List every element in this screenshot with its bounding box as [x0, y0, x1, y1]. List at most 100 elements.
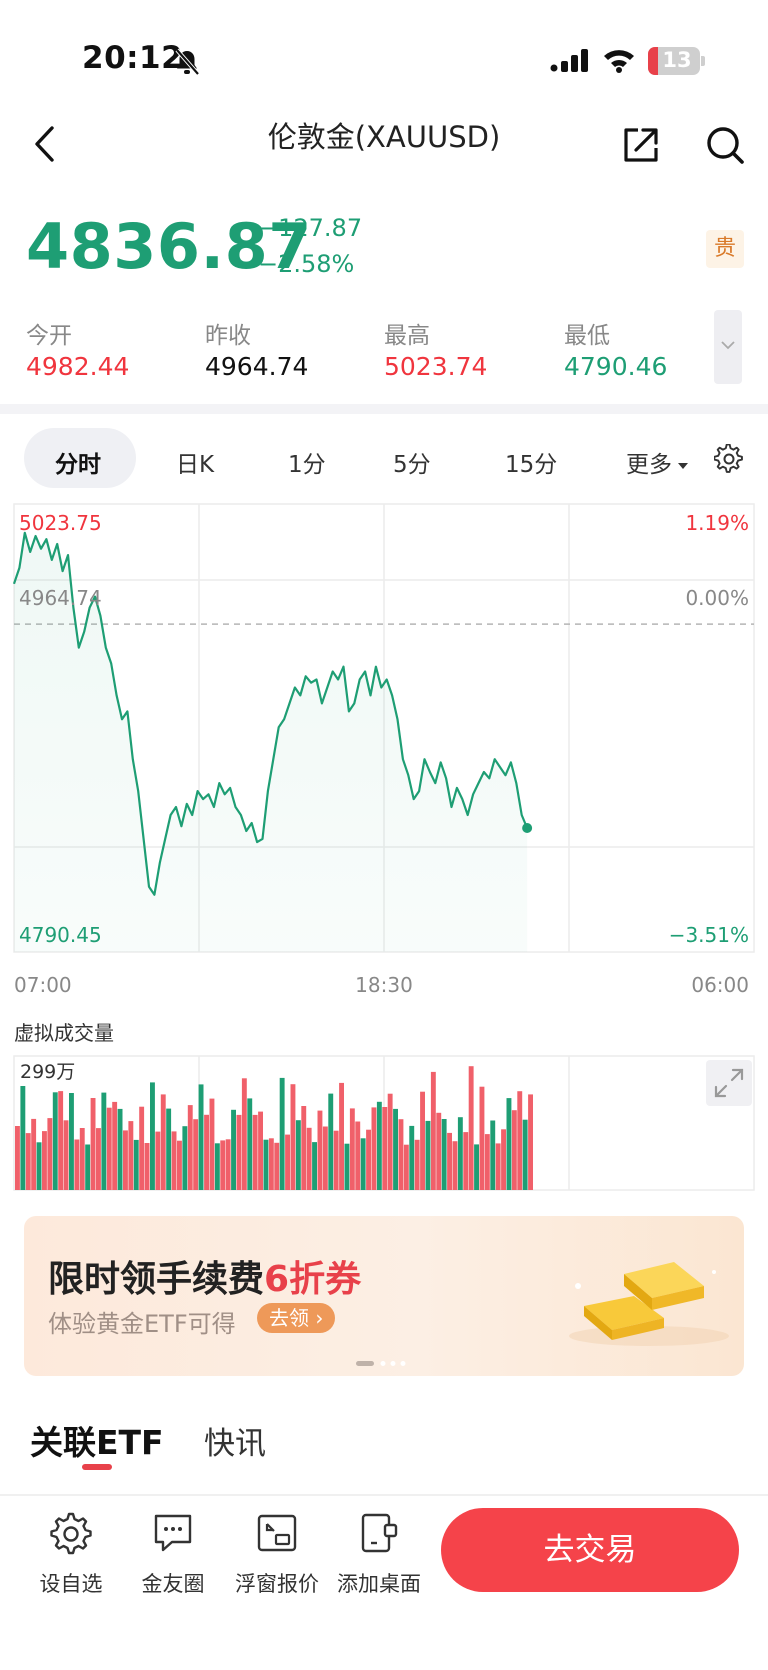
wifi-icon — [604, 50, 634, 73]
stat-open-value: 4982.44 — [26, 352, 130, 381]
volume-bar — [133, 1139, 139, 1190]
volume-bar — [171, 1131, 177, 1190]
battery-tip — [701, 56, 705, 66]
volume-bar — [376, 1101, 382, 1190]
volume-bar — [144, 1143, 150, 1190]
volume-max-label: 299万 — [20, 1061, 75, 1083]
volume-bar — [495, 1143, 501, 1190]
volume-bar — [214, 1143, 220, 1190]
tab-more[interactable]: 更多 — [626, 445, 690, 479]
volume-bar — [312, 1142, 317, 1190]
volume-bar — [306, 1127, 312, 1190]
volume-bar — [112, 1101, 118, 1190]
volume-bar — [479, 1086, 485, 1190]
volume-bar — [355, 1121, 361, 1190]
volume-bar — [430, 1071, 436, 1190]
volume-bar — [85, 1144, 91, 1190]
trade-button[interactable]: 去交易 — [441, 1508, 739, 1592]
volume-bar — [501, 1129, 506, 1190]
intraday-price-chart[interactable]: 5023.75 4964.74 4790.45 1.19% 0.00% −3.5… — [0, 490, 768, 1090]
volume-chart[interactable]: 299万 — [0, 1054, 768, 1192]
pct-top-label: 1.19% — [685, 511, 749, 535]
pct-ref-label: 0.00% — [685, 586, 749, 610]
volume-bar — [187, 1105, 193, 1190]
banner-page-indicator — [356, 1361, 406, 1366]
volume-bar — [506, 1098, 512, 1190]
gold-bars-icon — [569, 1262, 729, 1346]
volume-bar — [285, 1134, 290, 1190]
gold-community-label: 金友圈 — [141, 1572, 205, 1596]
x-label-end: 06:00 — [691, 973, 749, 997]
volume-bar — [274, 1142, 280, 1190]
expand-stats-button[interactable] — [714, 310, 742, 384]
tab-5min[interactable]: 5分 — [393, 445, 431, 479]
volume-bar — [409, 1125, 415, 1190]
volume-bar — [517, 1091, 523, 1190]
add-to-desktop-button[interactable]: 添加桌面 — [331, 1510, 427, 1598]
x-label-mid: 18:30 — [355, 973, 413, 997]
y-top-label: 5023.75 — [19, 511, 102, 535]
volume-bar — [511, 1110, 517, 1190]
volume-bar — [484, 1134, 490, 1190]
tab-intraday[interactable]: 分时 — [55, 445, 101, 479]
volume-bar — [441, 1119, 447, 1190]
volume-bar — [106, 1107, 112, 1190]
chart-settings-icon[interactable] — [714, 444, 744, 474]
search-icon[interactable] — [704, 124, 746, 166]
tab-15min[interactable]: 15分 — [505, 445, 557, 479]
volume-bar — [231, 1109, 236, 1190]
section-divider — [0, 404, 768, 414]
volume-title: 虚拟成交量 — [14, 1021, 114, 1045]
volume-bar — [241, 1078, 247, 1190]
price-change-abs: −127.87 — [258, 214, 363, 242]
volume-bar — [436, 1112, 442, 1190]
add-to-desktop-icon — [361, 1513, 398, 1553]
volume-bar — [150, 1082, 155, 1190]
volume-bars — [15, 1066, 533, 1190]
floating-quote-button[interactable]: 浮窗报价 — [229, 1510, 325, 1598]
volume-bar — [371, 1107, 377, 1190]
banner-title-prefix: 限时领手续费 — [48, 1259, 265, 1300]
gold-community-button[interactable]: 金友圈 — [125, 1510, 221, 1598]
volume-bar — [236, 1114, 242, 1190]
tab-daily-k[interactable]: 日K — [176, 445, 214, 479]
chat-bubble-icon — [154, 1514, 192, 1552]
volume-bar — [177, 1140, 182, 1190]
floating-window-icon — [257, 1514, 297, 1552]
volume-bar — [117, 1108, 123, 1190]
volume-bar — [101, 1092, 107, 1190]
fullscreen-button[interactable] — [706, 1060, 752, 1106]
volume-bar — [247, 1098, 253, 1190]
volume-bar — [220, 1140, 226, 1190]
volume-bar — [123, 1130, 128, 1190]
volume-bar — [414, 1139, 420, 1190]
volume-bar — [360, 1138, 366, 1190]
stat-prev-close-value: 4964.74 — [205, 352, 309, 381]
precious-metal-badge: 贵 — [706, 230, 744, 268]
stat-high-value: 5023.74 — [384, 352, 488, 381]
stat-low-label: 最低 — [564, 323, 610, 349]
volume-bar — [47, 1118, 53, 1190]
banner-claim-button[interactable]: 去领 › — [257, 1303, 336, 1333]
volume-bar — [52, 1092, 58, 1190]
active-tab-underline — [82, 1464, 112, 1470]
banner-subtitle: 体验黄金ETF可得 — [48, 1310, 236, 1338]
volume-bar — [90, 1098, 96, 1190]
x-label-start: 07:00 — [14, 973, 72, 997]
add-watchlist-button[interactable]: 设自选 — [23, 1510, 119, 1598]
volume-bar — [328, 1093, 334, 1190]
signal-icon — [550, 49, 588, 72]
tab-news-flash[interactable]: 快讯 — [204, 1418, 266, 1463]
volume-bar — [447, 1132, 452, 1190]
stat-prev-close-label: 昨收 — [205, 323, 251, 349]
tab-1min[interactable]: 1分 — [288, 445, 326, 479]
volume-bar — [349, 1108, 355, 1190]
volume-bar — [225, 1139, 231, 1190]
chevron-down-icon — [721, 341, 735, 350]
volume-bar — [279, 1077, 285, 1190]
share-icon[interactable] — [620, 124, 662, 166]
volume-bar — [290, 1084, 296, 1190]
tab-more-label: 更多 — [626, 452, 672, 478]
tab-related-etf[interactable]: 关联ETF — [30, 1416, 164, 1464]
volume-bar — [74, 1139, 80, 1190]
